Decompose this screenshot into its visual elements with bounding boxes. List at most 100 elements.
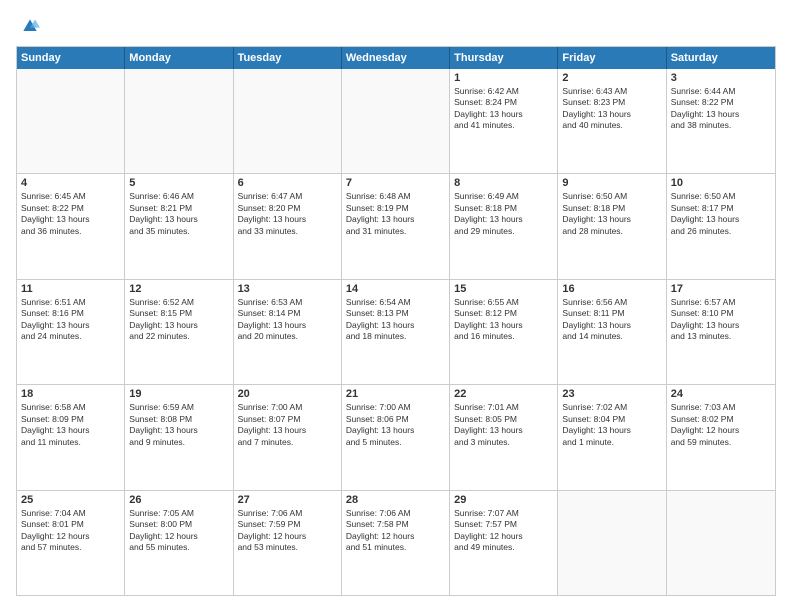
day-number: 25	[21, 494, 120, 506]
calendar-header: SundayMondayTuesdayWednesdayThursdayFrid…	[17, 47, 775, 69]
day-info: Sunrise: 7:00 AM Sunset: 8:06 PM Dayligh…	[346, 402, 445, 448]
day-number: 5	[129, 177, 228, 189]
header-day-friday: Friday	[558, 47, 666, 69]
day-number: 19	[129, 388, 228, 400]
day-info: Sunrise: 6:57 AM Sunset: 8:10 PM Dayligh…	[671, 297, 771, 343]
day-number: 3	[671, 72, 771, 84]
calendar-cell-4-4: 29 Sunrise: 7:07 AM Sunset: 7:57 PM Dayli…	[450, 491, 558, 595]
day-number: 9	[562, 177, 661, 189]
calendar-row-4: 25 Sunrise: 7:04 AM Sunset: 8:01 PM Dayli…	[17, 491, 775, 595]
day-info: Sunrise: 6:45 AM Sunset: 8:22 PM Dayligh…	[21, 191, 120, 237]
calendar-row-1: 4 Sunrise: 6:45 AM Sunset: 8:22 PM Daylig…	[17, 174, 775, 279]
day-info: Sunrise: 6:47 AM Sunset: 8:20 PM Dayligh…	[238, 191, 337, 237]
day-number: 15	[454, 283, 553, 295]
day-number: 12	[129, 283, 228, 295]
header-day-saturday: Saturday	[667, 47, 775, 69]
calendar-row-2: 11 Sunrise: 6:51 AM Sunset: 8:16 PM Dayli…	[17, 280, 775, 385]
day-number: 14	[346, 283, 445, 295]
day-info: Sunrise: 6:53 AM Sunset: 8:14 PM Dayligh…	[238, 297, 337, 343]
day-info: Sunrise: 6:49 AM Sunset: 8:18 PM Dayligh…	[454, 191, 553, 237]
calendar-cell-1-4: 8Sunrise: 6:49 AM Sunset: 8:18 PM Daylig…	[450, 174, 558, 278]
calendar-cell-3-5: 23 Sunrise: 7:02 AM Sunset: 8:04 PM Dayli…	[558, 385, 666, 489]
day-info: Sunrise: 7:01 AM Sunset: 8:05 PM Dayligh…	[454, 402, 553, 448]
calendar-cell-2-5: 16 Sunrise: 6:56 AM Sunset: 8:11 PM Dayli…	[558, 280, 666, 384]
day-number: 1	[454, 72, 553, 84]
logo	[16, 16, 40, 36]
day-number: 26	[129, 494, 228, 506]
day-number: 2	[562, 72, 661, 84]
day-number: 4	[21, 177, 120, 189]
day-info: Sunrise: 7:05 AM Sunset: 8:00 PM Dayligh…	[129, 508, 228, 554]
calendar-row-0: 1Sunrise: 6:42 AM Sunset: 8:24 PM Daylig…	[17, 69, 775, 174]
calendar-cell-3-2: 20 Sunrise: 7:00 AM Sunset: 8:07 PM Dayli…	[234, 385, 342, 489]
day-info: Sunrise: 7:03 AM Sunset: 8:02 PM Dayligh…	[671, 402, 771, 448]
header	[16, 16, 776, 36]
day-number: 10	[671, 177, 771, 189]
calendar-cell-3-3: 21 Sunrise: 7:00 AM Sunset: 8:06 PM Dayli…	[342, 385, 450, 489]
day-number: 24	[671, 388, 771, 400]
calendar-cell-2-0: 11 Sunrise: 6:51 AM Sunset: 8:16 PM Dayli…	[17, 280, 125, 384]
calendar-cell-0-0	[17, 69, 125, 173]
day-info: Sunrise: 7:02 AM Sunset: 8:04 PM Dayligh…	[562, 402, 661, 448]
day-info: Sunrise: 7:00 AM Sunset: 8:07 PM Dayligh…	[238, 402, 337, 448]
day-info: Sunrise: 6:48 AM Sunset: 8:19 PM Dayligh…	[346, 191, 445, 237]
day-number: 13	[238, 283, 337, 295]
calendar-cell-0-2	[234, 69, 342, 173]
calendar-cell-0-1	[125, 69, 233, 173]
day-info: Sunrise: 6:46 AM Sunset: 8:21 PM Dayligh…	[129, 191, 228, 237]
day-number: 20	[238, 388, 337, 400]
header-day-thursday: Thursday	[450, 47, 558, 69]
day-info: Sunrise: 7:07 AM Sunset: 7:57 PM Dayligh…	[454, 508, 553, 554]
calendar-body: 1Sunrise: 6:42 AM Sunset: 8:24 PM Daylig…	[17, 69, 775, 595]
day-info: Sunrise: 6:56 AM Sunset: 8:11 PM Dayligh…	[562, 297, 661, 343]
calendar-cell-4-0: 25 Sunrise: 7:04 AM Sunset: 8:01 PM Dayli…	[17, 491, 125, 595]
calendar-cell-2-3: 14 Sunrise: 6:54 AM Sunset: 8:13 PM Dayli…	[342, 280, 450, 384]
calendar-cell-1-0: 4 Sunrise: 6:45 AM Sunset: 8:22 PM Daylig…	[17, 174, 125, 278]
day-number: 18	[21, 388, 120, 400]
day-info: Sunrise: 6:54 AM Sunset: 8:13 PM Dayligh…	[346, 297, 445, 343]
day-number: 6	[238, 177, 337, 189]
calendar-cell-1-2: 6 Sunrise: 6:47 AM Sunset: 8:20 PM Daylig…	[234, 174, 342, 278]
calendar-cell-3-0: 18Sunrise: 6:58 AM Sunset: 8:09 PM Dayli…	[17, 385, 125, 489]
calendar-cell-1-5: 9Sunrise: 6:50 AM Sunset: 8:18 PM Daylig…	[558, 174, 666, 278]
header-day-wednesday: Wednesday	[342, 47, 450, 69]
calendar-cell-0-5: 2 Sunrise: 6:43 AM Sunset: 8:23 PM Daylig…	[558, 69, 666, 173]
day-number: 23	[562, 388, 661, 400]
day-number: 11	[21, 283, 120, 295]
header-day-sunday: Sunday	[17, 47, 125, 69]
day-info: Sunrise: 6:52 AM Sunset: 8:15 PM Dayligh…	[129, 297, 228, 343]
calendar-cell-2-4: 15Sunrise: 6:55 AM Sunset: 8:12 PM Dayli…	[450, 280, 558, 384]
day-number: 28	[346, 494, 445, 506]
day-number: 22	[454, 388, 553, 400]
day-info: Sunrise: 6:43 AM Sunset: 8:23 PM Dayligh…	[562, 86, 661, 132]
calendar: SundayMondayTuesdayWednesdayThursdayFrid…	[16, 46, 776, 596]
day-info: Sunrise: 6:50 AM Sunset: 8:17 PM Dayligh…	[671, 191, 771, 237]
calendar-cell-4-2: 27Sunrise: 7:06 AM Sunset: 7:59 PM Dayli…	[234, 491, 342, 595]
header-day-tuesday: Tuesday	[234, 47, 342, 69]
day-number: 16	[562, 283, 661, 295]
calendar-cell-3-4: 22 Sunrise: 7:01 AM Sunset: 8:05 PM Dayli…	[450, 385, 558, 489]
calendar-cell-2-1: 12 Sunrise: 6:52 AM Sunset: 8:15 PM Dayli…	[125, 280, 233, 384]
calendar-cell-0-6: 3 Sunrise: 6:44 AM Sunset: 8:22 PM Daylig…	[667, 69, 775, 173]
calendar-row-3: 18Sunrise: 6:58 AM Sunset: 8:09 PM Dayli…	[17, 385, 775, 490]
day-info: Sunrise: 6:59 AM Sunset: 8:08 PM Dayligh…	[129, 402, 228, 448]
day-info: Sunrise: 7:06 AM Sunset: 7:58 PM Dayligh…	[346, 508, 445, 554]
day-number: 27	[238, 494, 337, 506]
calendar-cell-2-2: 13 Sunrise: 6:53 AM Sunset: 8:14 PM Dayli…	[234, 280, 342, 384]
calendar-cell-0-3	[342, 69, 450, 173]
day-number: 17	[671, 283, 771, 295]
calendar-cell-3-1: 19 Sunrise: 6:59 AM Sunset: 8:08 PM Dayli…	[125, 385, 233, 489]
logo-icon	[20, 16, 40, 36]
calendar-cell-0-4: 1Sunrise: 6:42 AM Sunset: 8:24 PM Daylig…	[450, 69, 558, 173]
day-number: 7	[346, 177, 445, 189]
calendar-cell-3-6: 24 Sunrise: 7:03 AM Sunset: 8:02 PM Dayli…	[667, 385, 775, 489]
day-number: 21	[346, 388, 445, 400]
day-number: 29	[454, 494, 553, 506]
calendar-cell-4-1: 26 Sunrise: 7:05 AM Sunset: 8:00 PM Dayli…	[125, 491, 233, 595]
calendar-cell-4-6	[667, 491, 775, 595]
calendar-cell-1-1: 5 Sunrise: 6:46 AM Sunset: 8:21 PM Daylig…	[125, 174, 233, 278]
day-info: Sunrise: 6:44 AM Sunset: 8:22 PM Dayligh…	[671, 86, 771, 132]
day-info: Sunrise: 6:51 AM Sunset: 8:16 PM Dayligh…	[21, 297, 120, 343]
calendar-cell-4-3: 28 Sunrise: 7:06 AM Sunset: 7:58 PM Dayli…	[342, 491, 450, 595]
day-info: Sunrise: 7:04 AM Sunset: 8:01 PM Dayligh…	[21, 508, 120, 554]
